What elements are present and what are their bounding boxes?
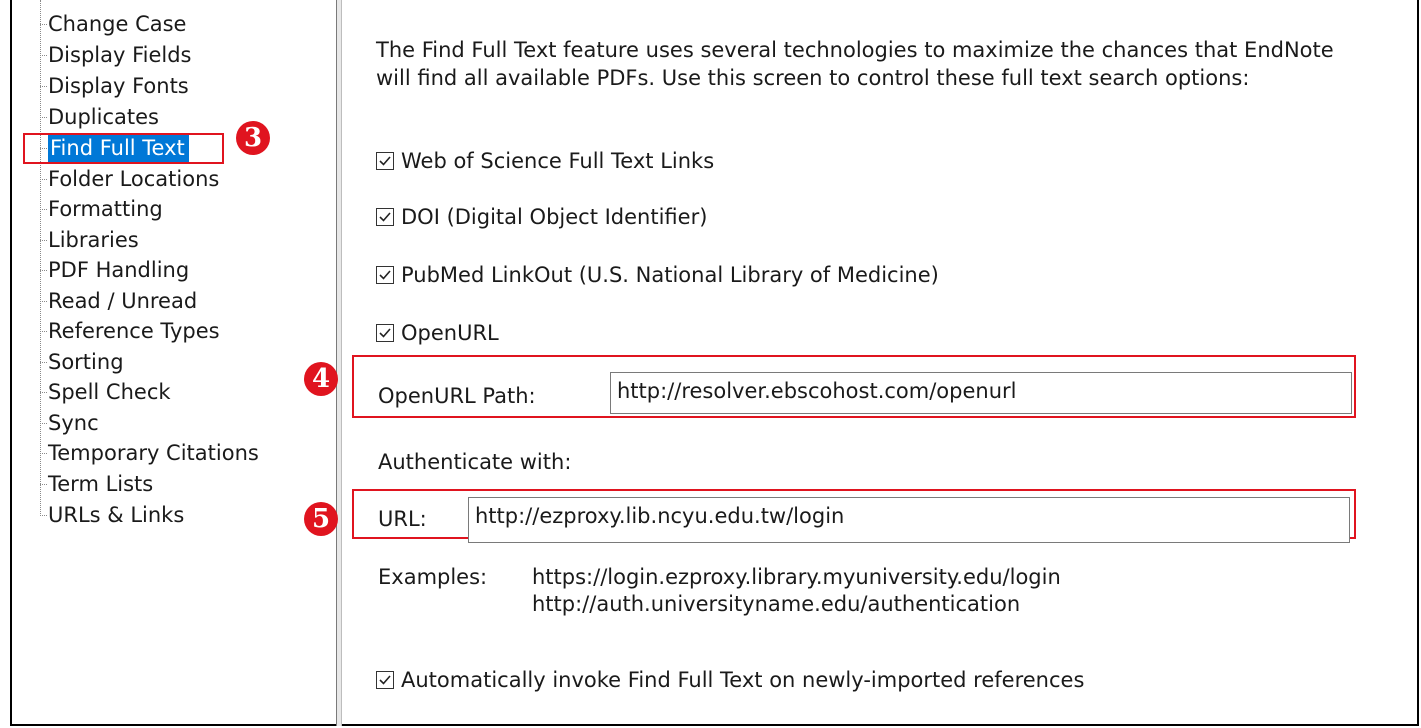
tree-item-formatting[interactable]: Formatting bbox=[40, 194, 330, 224]
authenticate-url-input[interactable]: http://ezproxy.lib.ncyu.edu.tw/login bbox=[468, 497, 1350, 543]
tree-item-label: PDF Handling bbox=[48, 258, 190, 282]
option-auto-invoke[interactable]: Automatically invoke Find Full Text on n… bbox=[376, 665, 1376, 695]
tree-item-folder-locations[interactable]: Folder Locations bbox=[40, 164, 330, 194]
examples-label: Examples: bbox=[378, 565, 488, 589]
tree-item-label: Duplicates bbox=[48, 105, 159, 129]
checkmark-icon bbox=[379, 212, 391, 222]
tree-branch-line bbox=[40, 423, 47, 424]
openurl-path-label: OpenURL Path: bbox=[378, 384, 536, 408]
tree-item-label: Sync bbox=[48, 411, 99, 435]
tree-branch-line bbox=[40, 331, 47, 332]
example-url-2: http://auth.universityname.edu/authentic… bbox=[532, 592, 1021, 616]
checkbox-doi[interactable] bbox=[376, 208, 394, 226]
checkmark-icon bbox=[379, 328, 391, 338]
tree-item-label: Libraries bbox=[48, 228, 139, 252]
checkmark-icon bbox=[379, 270, 391, 280]
checkbox-auto-invoke[interactable] bbox=[376, 671, 394, 689]
option-label: PubMed LinkOut (U.S. National Library of… bbox=[401, 263, 939, 287]
tree-branch-line bbox=[40, 24, 47, 25]
tree-item-label: Read / Unread bbox=[48, 289, 198, 313]
find-full-text-panel: The Find Full Text feature uses several … bbox=[342, 0, 1417, 726]
tree-item-read-unread[interactable]: Read / Unread bbox=[40, 286, 330, 316]
tree-item-reference-types[interactable]: Reference Types bbox=[40, 316, 330, 346]
option-web-of-science[interactable]: Web of Science Full Text Links bbox=[376, 146, 1276, 176]
tree-item-label: Temporary Citations bbox=[48, 441, 259, 465]
tree-item-label: Folder Locations bbox=[48, 167, 220, 191]
step-3-badge: 3 bbox=[236, 121, 270, 155]
tree-branch-line bbox=[40, 301, 47, 302]
tree-branch-line bbox=[40, 362, 47, 363]
tree-item-label: Display Fonts bbox=[48, 74, 189, 98]
tree-item-change-case[interactable]: Change Case bbox=[40, 9, 330, 39]
example-url-1: https://login.ezproxy.library.myuniversi… bbox=[532, 565, 1061, 589]
step-5-badge: 5 bbox=[304, 502, 338, 536]
tree-branch-line bbox=[40, 117, 47, 118]
preferences-tree: Change Case Display Fields Display Fonts… bbox=[12, 0, 336, 726]
annotation-highlight-find-full-text bbox=[23, 133, 224, 164]
tree-branch-line bbox=[40, 240, 47, 241]
tree-item-display-fields[interactable]: Display Fields bbox=[40, 40, 330, 70]
tree-item-label: Change Case bbox=[48, 12, 187, 36]
checkbox-web-of-science[interactable] bbox=[376, 152, 394, 170]
tree-item-label: Spell Check bbox=[48, 380, 171, 404]
tree-item-sync[interactable]: Sync bbox=[40, 408, 330, 438]
tree-item-libraries[interactable]: Libraries bbox=[40, 225, 330, 255]
tree-item-label: Sorting bbox=[48, 350, 124, 374]
tree-branch-line bbox=[40, 484, 47, 485]
option-label: Automatically invoke Find Full Text on n… bbox=[401, 668, 1085, 692]
tree-item-pdf-handling[interactable]: PDF Handling bbox=[40, 255, 330, 285]
tree-item-duplicates[interactable]: Duplicates bbox=[40, 102, 330, 132]
option-openurl[interactable]: OpenURL bbox=[376, 318, 1276, 348]
tree-item-label: Term Lists bbox=[48, 472, 154, 496]
tree-branch-line bbox=[40, 179, 47, 180]
tree-item-spell-check[interactable]: Spell Check bbox=[40, 377, 330, 407]
intro-description: The Find Full Text feature uses several … bbox=[376, 38, 1334, 90]
tree-branch-line bbox=[40, 86, 47, 87]
checkbox-pubmed-linkout[interactable] bbox=[376, 266, 394, 284]
tree-branch-line bbox=[40, 515, 47, 516]
tree-item-label: Formatting bbox=[48, 197, 163, 221]
tree-item-term-lists[interactable]: Term Lists bbox=[40, 469, 330, 499]
tree-item-sorting[interactable]: Sorting bbox=[40, 347, 330, 377]
tree-branch-line bbox=[40, 392, 47, 393]
checkbox-openurl[interactable] bbox=[376, 324, 394, 342]
url-label: URL: bbox=[378, 507, 427, 531]
checkmark-icon bbox=[379, 156, 391, 166]
authenticate-with-label: Authenticate with: bbox=[378, 450, 572, 474]
tree-item-display-fonts[interactable]: Display Fonts bbox=[40, 71, 330, 101]
tree-branch-line bbox=[40, 209, 47, 210]
tree-item-label: Display Fields bbox=[48, 43, 192, 67]
option-label: OpenURL bbox=[401, 321, 499, 345]
step-4-badge: 4 bbox=[304, 362, 338, 396]
option-label: DOI (Digital Object Identifier) bbox=[401, 205, 708, 229]
tree-item-temporary-citations[interactable]: Temporary Citations bbox=[40, 438, 330, 468]
tree-item-urls-links[interactable]: URLs & Links bbox=[40, 500, 330, 530]
option-label: Web of Science Full Text Links bbox=[401, 149, 715, 173]
tree-branch-line bbox=[40, 453, 47, 454]
option-pubmed-linkout[interactable]: PubMed LinkOut (U.S. National Library of… bbox=[376, 260, 1276, 290]
tree-branch-line bbox=[40, 270, 47, 271]
checkmark-icon bbox=[379, 675, 391, 685]
tree-item-label: Reference Types bbox=[48, 319, 220, 343]
openurl-path-input[interactable]: http://resolver.ebscohost.com/openurl bbox=[610, 372, 1352, 414]
option-doi[interactable]: DOI (Digital Object Identifier) bbox=[376, 202, 1276, 232]
tree-item-label: URLs & Links bbox=[48, 503, 185, 527]
tree-branch-line bbox=[40, 55, 47, 56]
